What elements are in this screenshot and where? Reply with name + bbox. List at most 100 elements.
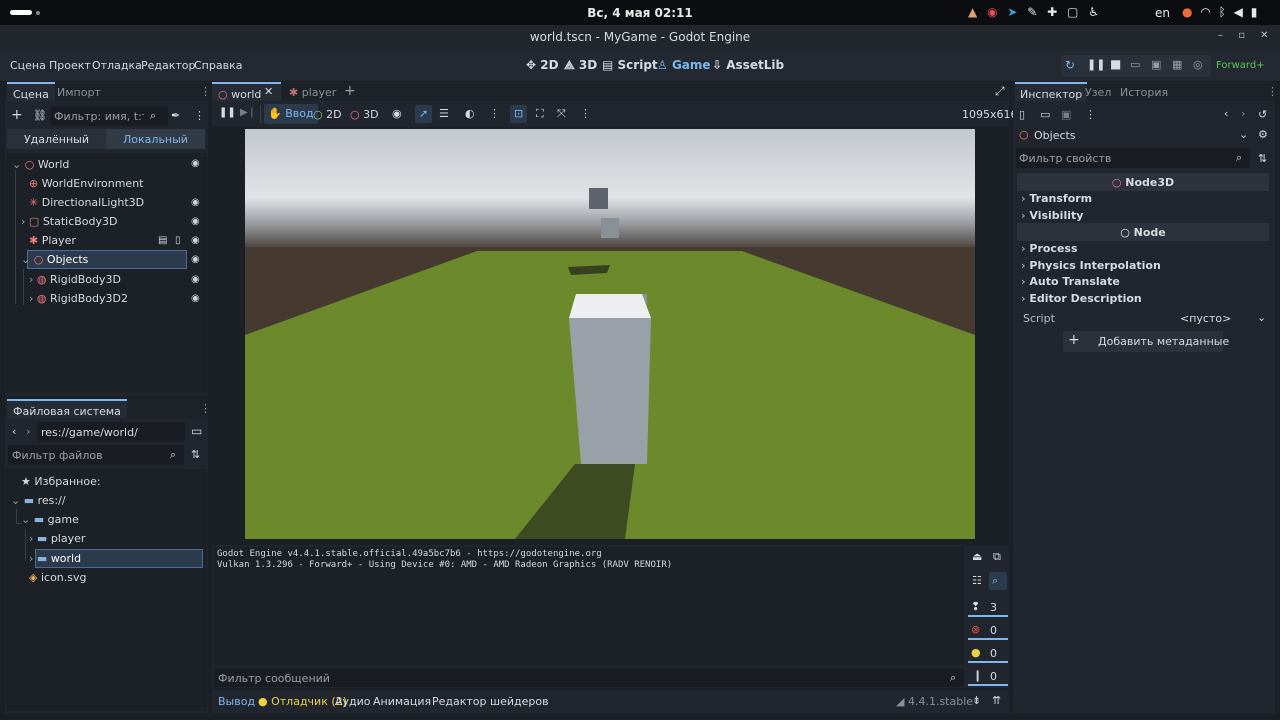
new-resource-icon[interactable]: ▯ — [1019, 108, 1025, 121]
close-icon[interactable]: ✕ — [1260, 30, 1268, 41]
collapse-duplicates-icon[interactable]: ☷ — [972, 574, 982, 587]
search-toggle-icon[interactable]: ⌕ — [992, 574, 998, 588]
embed-menu-icon[interactable]: ⋮ — [580, 107, 591, 120]
collapse-arrow-icon[interactable]: ⌄ — [21, 253, 30, 266]
next-frame-icon[interactable]: ▶❘ — [240, 107, 256, 118]
section-transform[interactable]: › Transform — [1021, 192, 1092, 205]
movie-icon[interactable]: ▦ — [1172, 58, 1182, 71]
menu-help[interactable]: Справка — [194, 59, 242, 72]
folder-item[interactable]: ⌄ ▬ res:// — [11, 494, 66, 507]
toolbar-menu-icon[interactable]: ⋮ — [489, 107, 500, 120]
copy-output-icon[interactable]: ⧉ — [993, 550, 1001, 564]
file-item[interactable]: ◈ icon.svg — [29, 571, 87, 584]
add-tab-icon[interactable]: + — [344, 83, 356, 99]
tab-inspector[interactable]: Инспектор — [1015, 82, 1088, 101]
info-filter-button[interactable]: ❢ 3 — [968, 599, 1008, 617]
system-status[interactable]: ● ◠ ᛒ ◀ ▮ — [1182, 5, 1257, 19]
section-process[interactable]: › Process — [1021, 242, 1078, 255]
dock-menu-icon[interactable]: ⋮ — [200, 85, 211, 98]
warning-filter-button[interactable]: ● 0 — [968, 645, 1008, 663]
path-field[interactable]: res://game/world/ — [37, 422, 185, 442]
expand-arrow-icon[interactable]: › — [29, 273, 33, 286]
tree-item[interactable]: ⌄ ○ World — [12, 158, 69, 171]
distraction-free-icon[interactable]: ⤢ — [995, 84, 1005, 99]
tab-filesystem[interactable]: Файловая система — [7, 399, 127, 418]
tray-icons[interactable]: ▲ ◉ ➤ ✎ ✚ ▢ ♿ — [968, 5, 1099, 19]
property-filter-input[interactable]: Фильтр свойств ⌕ — [1016, 148, 1250, 168]
close-tab-icon[interactable]: ✕ — [264, 85, 273, 98]
expand-arrow-icon[interactable]: › — [29, 292, 33, 305]
scene-menu-icon[interactable]: ⋮ — [194, 109, 205, 122]
script-property-value[interactable]: <пусто> ⌄ — [1163, 309, 1269, 327]
mode-2d-button[interactable]: ○ 2D — [313, 108, 342, 121]
suspend-icon[interactable]: ❚❚ — [219, 107, 236, 118]
tab-history[interactable]: История — [1120, 86, 1168, 99]
section-visibility[interactable]: › Visibility — [1021, 209, 1083, 222]
tab-animation[interactable]: Анимация — [373, 695, 431, 708]
clipboard-icon[interactable]: ▢ — [1067, 5, 1078, 19]
menu-project[interactable]: Проект — [49, 59, 91, 72]
visibility-eye-icon[interactable]: ◉ — [191, 158, 200, 169]
camera-icon[interactable]: ◐ — [465, 107, 475, 120]
game-viewport[interactable] — [245, 129, 975, 539]
tree-item[interactable]: ✳ DirectionalLight3D — [29, 196, 144, 209]
visibility-eye-icon[interactable]: ◉ — [191, 274, 200, 285]
visibility-eye-icon[interactable]: ◉ — [191, 197, 200, 208]
script-attach-icon[interactable]: ✒ — [171, 109, 180, 122]
sort-icon[interactable]: ⇅ — [191, 448, 200, 461]
battery-icon[interactable]: ▮ — [1251, 5, 1258, 19]
clear-output-icon[interactable]: ⏏ — [972, 550, 982, 563]
input-mode-button[interactable]: ✋ Ввод — [264, 104, 318, 124]
maximize-icon[interactable]: ▫ — [1238, 30, 1245, 41]
color-picker-icon[interactable]: ✎ — [1027, 5, 1037, 19]
add-node-icon[interactable]: + — [11, 107, 23, 123]
visibility-eye-icon[interactable]: ◉ — [191, 293, 200, 304]
error-filter-button[interactable]: ⊗ 0 — [968, 622, 1008, 640]
section-auto-translate[interactable]: › Auto Translate — [1021, 275, 1120, 288]
telegram-tray-icon[interactable]: ➤ — [1007, 5, 1017, 19]
expand-arrow-icon[interactable]: › — [29, 532, 33, 545]
script-icon[interactable]: ▯ — [175, 235, 181, 246]
pin-panel-icon[interactable]: ⇈ — [992, 694, 1001, 707]
object-properties-icon[interactable]: ⚙ — [1258, 128, 1268, 141]
remote-tab[interactable]: Удалённый — [7, 129, 106, 149]
wifi-icon[interactable]: ◠ — [1200, 5, 1210, 19]
split-view-icon[interactable]: ▭ — [191, 424, 202, 438]
keyboard-layout[interactable]: en — [1155, 6, 1170, 20]
tree-item[interactable]: ✱ Player — [29, 234, 76, 247]
visibility-eye-icon[interactable]: ◉ — [191, 254, 200, 265]
open-folder-icon[interactable]: ▭ — [1040, 108, 1050, 121]
menu-editor[interactable]: Редактор — [141, 59, 196, 72]
history-forward-icon[interactable]: › — [1241, 107, 1245, 120]
local-tab[interactable]: Локальный — [106, 129, 205, 149]
back-arrow-icon[interactable]: ‹ — [12, 425, 16, 438]
extensions-icon[interactable]: ✚ — [1047, 5, 1057, 19]
run-scene-icon[interactable]: ▣ — [1151, 58, 1161, 71]
bluetooth-icon[interactable]: ᛒ — [1219, 5, 1226, 19]
workspace-script-button[interactable]: ▤ Script — [602, 58, 658, 72]
keep-aspect-icon[interactable]: ⛶ — [536, 107, 544, 121]
message-filter-input[interactable]: Фильтр сообщений ⌕ — [214, 669, 964, 687]
workspace-game-button[interactable]: ♙ Game — [657, 58, 711, 72]
dock-menu-icon[interactable]: ⋮ — [200, 402, 211, 415]
renderer-select[interactable]: Forward+ — [1216, 60, 1265, 71]
folder-item[interactable]: › ▬ world — [29, 552, 81, 565]
reload-icon[interactable]: ↻ — [1065, 58, 1075, 72]
remote-debug-icon[interactable]: ▭ — [1130, 58, 1140, 71]
visibility-eye-icon[interactable]: ◉ — [191, 216, 200, 227]
object-selector[interactable]: ○ Objects ⌄ — [1016, 126, 1248, 144]
visibility-eye-icon[interactable]: ◉ — [392, 107, 402, 120]
forward-arrow-icon[interactable]: › — [26, 425, 30, 438]
workspace-2d-button[interactable]: ✥ 2D — [526, 58, 559, 72]
expand-arrow-icon[interactable]: › — [29, 552, 33, 565]
tree-item[interactable]: ⌄ ○ Objects — [21, 253, 88, 266]
workspace-3d-button[interactable]: ⟁ 3D — [564, 58, 597, 73]
app-tray-icon[interactable]: ▲ — [968, 5, 977, 19]
scene-filter-input[interactable]: Фильтр: имя, t:тип, g:гр ⌕ — [50, 106, 168, 126]
section-physics-interpolation[interactable]: › Physics Interpolation — [1021, 259, 1161, 272]
select-icon[interactable]: ➚ — [419, 107, 428, 120]
history-back-icon[interactable]: ‹ — [1224, 107, 1228, 120]
menu-debug[interactable]: Отладка — [92, 59, 142, 72]
history-icon[interactable]: ↺ — [1258, 108, 1267, 121]
collapse-arrow-icon[interactable]: ⌄ — [11, 494, 20, 507]
